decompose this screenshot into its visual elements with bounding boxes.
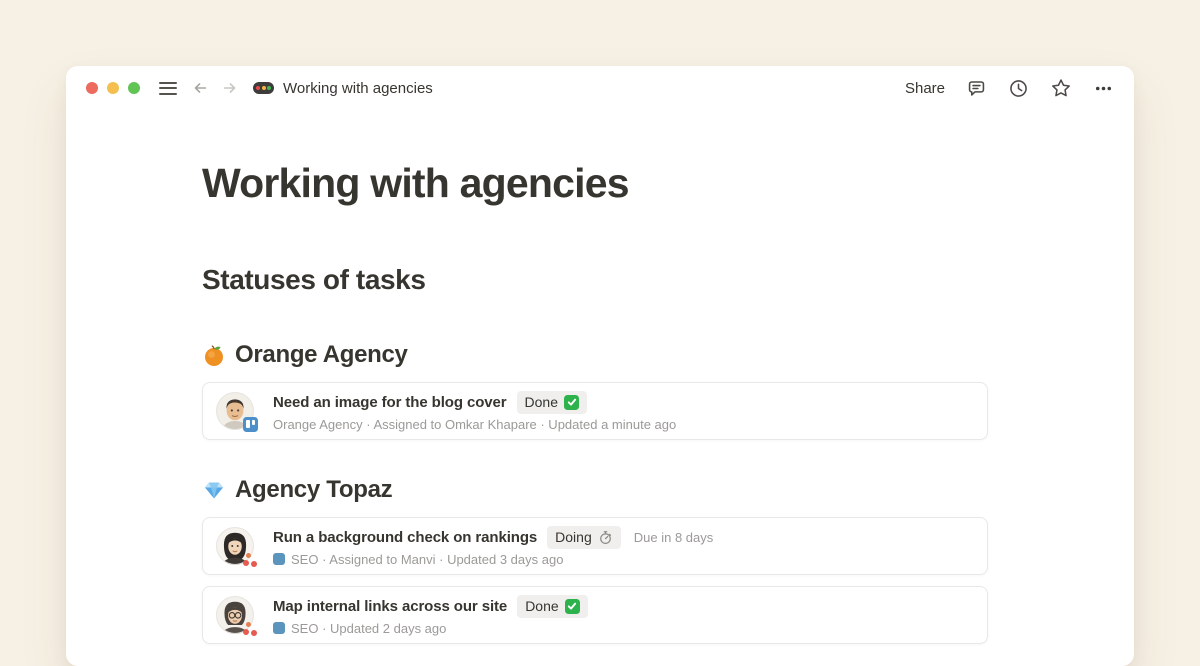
task-meta: Orange Agency · Assigned to Omkar Khapar… <box>273 417 676 432</box>
check-emoji <box>565 599 580 614</box>
section-heading: Statuses of tasks <box>202 264 1006 296</box>
avatar-member <box>216 596 254 634</box>
status-pill[interactable]: Done <box>517 595 587 618</box>
status-label: Done <box>525 394 558 410</box>
group-name: Agency Topaz <box>235 476 392 504</box>
due-date: Due in 8 days <box>634 530 714 545</box>
avatar-manvi <box>216 527 254 565</box>
traffic-lights <box>86 82 140 94</box>
group-name: Orange Agency <box>235 341 408 369</box>
status-pill[interactable]: Doing <box>547 526 621 549</box>
status-label: Doing <box>555 529 592 545</box>
horizontal-traffic-light-emoji <box>253 82 274 94</box>
back-arrow-icon[interactable] <box>191 79 209 97</box>
menu-icon[interactable] <box>159 82 177 95</box>
tangerine-emoji <box>202 343 226 367</box>
check-emoji <box>564 395 579 410</box>
task-title: Need an image for the blog cover <box>273 394 507 411</box>
status-label: Done <box>525 598 558 614</box>
page-title: Working with agencies <box>202 160 1006 207</box>
seo-tag-icon <box>273 622 285 634</box>
board-badge-icon <box>243 417 258 432</box>
avatar-omkar <box>216 392 254 430</box>
stopwatch-icon <box>598 530 613 545</box>
app-window: Working with agencies Share <box>66 66 1134 666</box>
group-heading-orange-agency: Orange Agency <box>202 341 1006 369</box>
task-title: Run a background check on rankings <box>273 529 537 546</box>
task-meta: SEO · Assigned to Manvi · Updated 3 days… <box>273 552 713 567</box>
topbar: Working with agencies Share <box>66 66 1134 110</box>
forward-arrow-icon[interactable] <box>221 79 239 97</box>
seo-tag-icon <box>273 553 285 565</box>
share-button[interactable]: Share <box>905 80 945 97</box>
zoom-window-button[interactable] <box>128 82 140 94</box>
minimize-window-button[interactable] <box>107 82 119 94</box>
gem-emoji <box>202 478 226 502</box>
close-window-button[interactable] <box>86 82 98 94</box>
breadcrumb-page-title[interactable]: Working with agencies <box>283 80 433 97</box>
status-pill[interactable]: Done <box>517 391 587 414</box>
task-card[interactable]: Map internal links across our site Done … <box>202 586 988 644</box>
task-meta: SEO · Updated 2 days ago <box>273 621 588 636</box>
task-card[interactable]: Run a background check on rankings Doing… <box>202 517 988 575</box>
task-card[interactable]: Need an image for the blog cover Done Or… <box>202 382 988 440</box>
ellipsis-icon[interactable] <box>1093 78 1114 99</box>
star-icon[interactable] <box>1050 77 1072 99</box>
comment-icon[interactable] <box>966 78 987 99</box>
dots-badge-icon <box>243 553 260 568</box>
clock-icon[interactable] <box>1008 78 1029 99</box>
group-heading-agency-topaz: Agency Topaz <box>202 476 1006 504</box>
task-title: Map internal links across our site <box>273 598 507 615</box>
